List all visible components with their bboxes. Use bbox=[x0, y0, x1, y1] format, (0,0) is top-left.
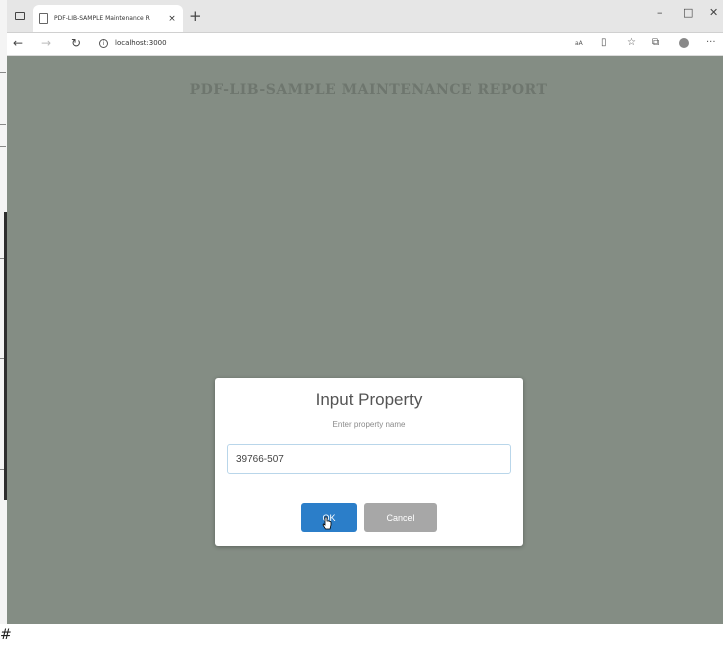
address-toolbar: ← → ↻ i localhost:3000 aA ▯ ☆ ⧉ ··· bbox=[7, 33, 723, 56]
site-info-icon[interactable]: i bbox=[99, 39, 108, 48]
forward-arrow-icon[interactable]: → bbox=[41, 36, 51, 50]
refresh-icon[interactable]: ↻ bbox=[71, 36, 81, 50]
dialog-text: Enter property name bbox=[332, 420, 406, 429]
desktop-mark bbox=[0, 72, 6, 73]
page-icon bbox=[39, 13, 48, 24]
cancel-button[interactable]: Cancel bbox=[364, 503, 437, 532]
address-bar[interactable]: localhost:3000 bbox=[115, 39, 167, 47]
close-window-button[interactable]: ✕ bbox=[709, 6, 718, 19]
mouse-pointer-icon bbox=[322, 516, 332, 530]
tab-title: PDF-LIB-SAMPLE Maintenance R bbox=[54, 15, 150, 22]
desktop-bottom-strip bbox=[0, 624, 723, 648]
desktop-glyph: # bbox=[0, 627, 12, 643]
tab-close-icon[interactable]: × bbox=[167, 14, 177, 24]
new-tab-button[interactable]: + bbox=[189, 7, 202, 25]
minimize-button[interactable]: – bbox=[657, 6, 663, 19]
dialog-title: Input Property bbox=[315, 390, 423, 409]
window-menu-icon[interactable] bbox=[15, 12, 25, 20]
back-arrow-icon[interactable]: ← bbox=[13, 36, 23, 50]
favorite-star-icon[interactable]: ☆ bbox=[627, 37, 636, 48]
report-title: PDF-LIB-SAMPLE MAINTENANCE REPORT bbox=[189, 82, 548, 98]
desktop-mark bbox=[0, 146, 6, 147]
reader-mode-icon[interactable]: aA bbox=[575, 40, 583, 47]
profile-avatar-icon[interactable] bbox=[679, 38, 689, 48]
more-menu-icon[interactable]: ··· bbox=[706, 37, 716, 48]
desktop-mark bbox=[0, 124, 6, 125]
maximize-button[interactable]: □ bbox=[683, 6, 693, 19]
property-name-input[interactable] bbox=[227, 444, 511, 474]
read-aloud-icon[interactable]: ▯ bbox=[601, 37, 607, 48]
tab-active[interactable]: PDF-LIB-SAMPLE Maintenance R × bbox=[33, 5, 183, 32]
collections-icon[interactable]: ⧉ bbox=[652, 37, 659, 48]
tab-strip: PDF-LIB-SAMPLE Maintenance R × + – □ ✕ bbox=[7, 0, 723, 33]
input-property-dialog: Input Property Enter property name OK Ca… bbox=[215, 378, 523, 546]
desktop-left-strip bbox=[0, 0, 7, 648]
